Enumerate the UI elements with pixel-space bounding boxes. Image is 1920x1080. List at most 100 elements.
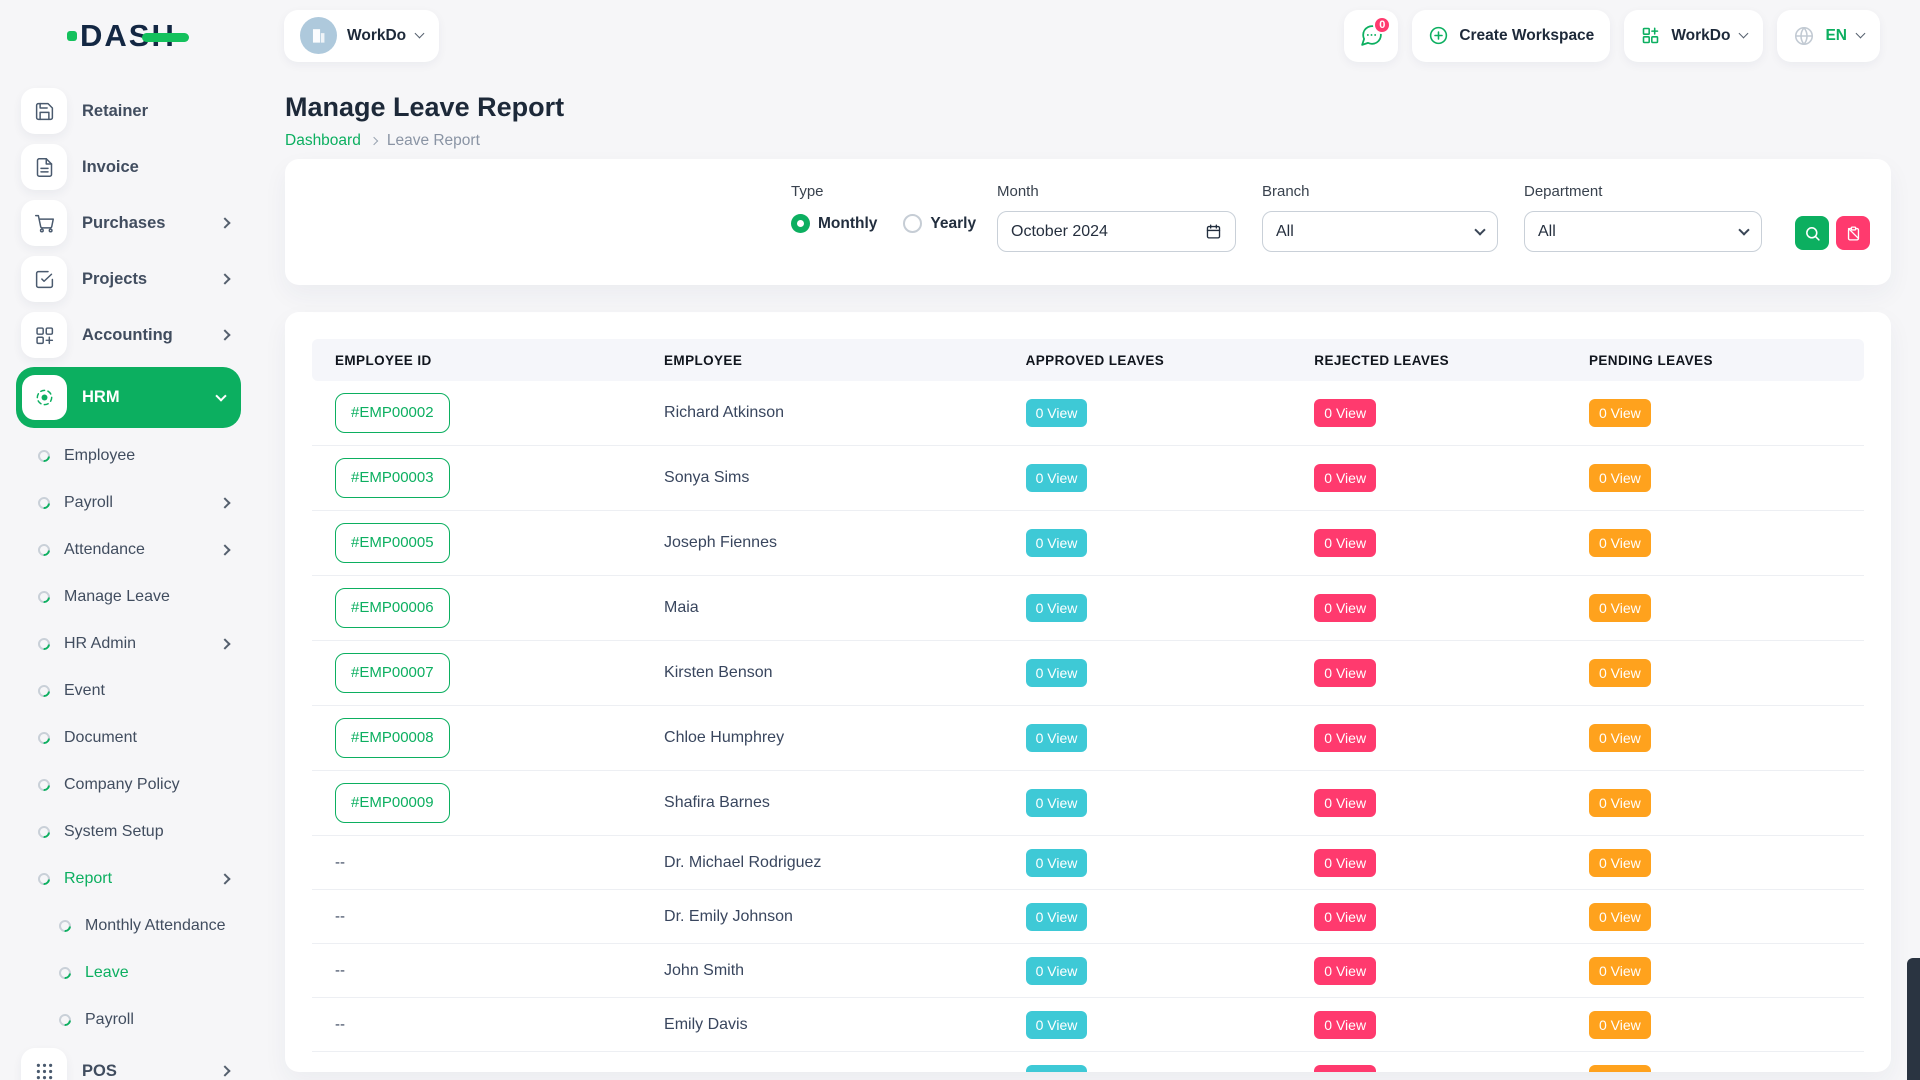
rejected-leaves-view-badge[interactable]: 0 View xyxy=(1314,789,1376,817)
sidebar-item-accounting[interactable]: Accounting xyxy=(0,307,257,363)
pending-leaves-view-badge[interactable]: 0 View xyxy=(1589,594,1651,622)
table-row: --Dr. Michael Rodriguez0 View0 View0 Vie… xyxy=(312,836,1864,890)
approved-leaves-view-badge[interactable]: 0 View xyxy=(1026,594,1088,622)
table-row: #EMP00003Sonya Sims0 View0 View0 View xyxy=(312,446,1864,511)
sidebar-item-payroll[interactable]: Payroll xyxy=(0,996,257,1043)
breadcrumb-dashboard-link[interactable]: Dashboard xyxy=(285,132,361,150)
rejected-leaves-view-badge[interactable]: 0 View xyxy=(1314,849,1376,877)
employee-name: Chloe Humphrey xyxy=(641,729,1003,747)
pending-leaves-view-badge[interactable]: 0 View xyxy=(1589,789,1651,817)
employee-id-button[interactable]: #EMP00008 xyxy=(335,718,450,758)
pending-leaves-view-badge[interactable]: 0 View xyxy=(1589,399,1651,427)
sidebar-item-retainer[interactable]: Retainer xyxy=(0,83,257,139)
chevron-down-icon xyxy=(1856,29,1866,39)
sidebar-item-document[interactable]: Document xyxy=(0,714,257,761)
sidebar-item-invoice[interactable]: Invoice xyxy=(0,139,257,195)
rejected-leaves-view-badge[interactable]: 0 View xyxy=(1314,529,1376,557)
breadcrumb-current: Leave Report xyxy=(387,132,480,150)
column-header-pending-leaves: PENDING LEAVES xyxy=(1566,353,1864,368)
approved-leaves-view-badge[interactable]: 0 View xyxy=(1026,399,1088,427)
sidebar-item-leave[interactable]: Leave xyxy=(0,949,257,996)
approved-leaves-view-badge[interactable]: 0 View xyxy=(1026,464,1088,492)
department-select[interactable]: All xyxy=(1524,211,1762,252)
sidebar-item-employee[interactable]: Employee xyxy=(0,432,257,479)
employee-id-button[interactable]: #EMP00002 xyxy=(335,393,450,433)
approved-leaves-view-badge[interactable]: 0 View xyxy=(1026,1065,1088,1073)
approved-leaves-view-badge[interactable]: 0 View xyxy=(1026,789,1088,817)
month-input[interactable]: October 2024 xyxy=(997,211,1236,252)
search-button[interactable] xyxy=(1795,216,1829,250)
chevron-right-icon xyxy=(370,137,378,145)
approved-leaves-view-badge[interactable]: 0 View xyxy=(1026,1011,1088,1039)
app-logo[interactable]: DASH xyxy=(0,0,257,71)
circle-bullet-icon xyxy=(36,729,53,746)
pending-leaves-view-badge[interactable]: 0 View xyxy=(1589,903,1651,931)
pending-leaves-view-badge[interactable]: 0 View xyxy=(1589,724,1651,752)
rejected-leaves-view-badge[interactable]: 0 View xyxy=(1314,464,1376,492)
sidebar-item-projects[interactable]: Projects xyxy=(0,251,257,307)
sidebar-item-pos[interactable]: POS xyxy=(0,1043,257,1080)
approved-leaves-view-badge[interactable]: 0 View xyxy=(1026,903,1088,931)
sidebar-item-payroll[interactable]: Payroll xyxy=(0,479,257,526)
rejected-leaves-view-badge[interactable]: 0 View xyxy=(1314,594,1376,622)
language-label: EN xyxy=(1825,27,1847,45)
employee-id-button[interactable]: #EMP00005 xyxy=(335,523,450,563)
pending-leaves-view-badge[interactable]: 0 View xyxy=(1589,957,1651,985)
messages-button[interactable]: 0 xyxy=(1344,10,1398,62)
rejected-leaves-view-badge[interactable]: 0 View xyxy=(1314,659,1376,687)
rejected-leaves-view-badge[interactable]: 0 View xyxy=(1314,724,1376,752)
sidebar-item-event[interactable]: Event xyxy=(0,667,257,714)
sidebar-nav: RetainerInvoicePurchasesProjectsAccounti… xyxy=(0,71,257,1080)
workspace-switcher[interactable]: WorkDo xyxy=(284,10,439,62)
sidebar-item-hr-admin[interactable]: HR Admin xyxy=(0,620,257,667)
rejected-leaves-view-badge[interactable]: 0 View xyxy=(1314,1011,1376,1039)
radio-selected-icon xyxy=(791,214,810,233)
employee-id-button[interactable]: #EMP00007 xyxy=(335,653,450,693)
workdo-menu-label: WorkDo xyxy=(1671,27,1730,45)
pending-leaves-view-badge[interactable]: 0 View xyxy=(1589,849,1651,877)
pending-leaves-view-badge[interactable]: 0 View xyxy=(1589,464,1651,492)
sidebar-item-system-setup[interactable]: System Setup xyxy=(0,808,257,855)
pending-leaves-view-badge[interactable]: 0 View xyxy=(1589,529,1651,557)
rejected-leaves-view-badge[interactable]: 0 View xyxy=(1314,903,1376,931)
approved-leaves-view-badge[interactable]: 0 View xyxy=(1026,957,1088,985)
rejected-leaves-view-badge[interactable]: 0 View xyxy=(1314,399,1376,427)
sidebar-item-report[interactable]: Report xyxy=(0,855,257,902)
reset-filter-button[interactable] xyxy=(1836,216,1870,250)
employee-id-empty: -- xyxy=(335,1016,345,1033)
pending-leaves-view-badge[interactable]: 0 View xyxy=(1589,1011,1651,1039)
rejected-leaves-view-badge[interactable]: 0 View xyxy=(1314,957,1376,985)
employee-id-button[interactable]: #EMP00003 xyxy=(335,458,450,498)
scrollbar-thumb[interactable] xyxy=(1907,958,1920,1080)
rejected-leaves-view-badge[interactable]: 0 View xyxy=(1314,1065,1376,1073)
approved-leaves-view-badge[interactable]: 0 View xyxy=(1026,724,1088,752)
branch-select[interactable]: All xyxy=(1262,211,1498,252)
sidebar-item-manage-leave[interactable]: Manage Leave xyxy=(0,573,257,620)
workdo-menu-button[interactable]: WorkDo xyxy=(1624,10,1763,62)
employee-id-button[interactable]: #EMP00009 xyxy=(335,783,450,823)
employee-id-button[interactable]: #EMP00006 xyxy=(335,588,450,628)
employee-name: Maia xyxy=(641,599,1003,617)
approved-leaves-view-badge[interactable]: 0 View xyxy=(1026,529,1088,557)
column-header-rejected-leaves: REJECTED LEAVES xyxy=(1291,353,1566,368)
circle-bullet-icon xyxy=(36,541,53,558)
accounting-icon xyxy=(21,312,67,358)
branch-label: Branch xyxy=(1262,183,1498,201)
sidebar-item-purchases[interactable]: Purchases xyxy=(0,195,257,251)
chevron-right-icon xyxy=(219,873,230,884)
month-value: October 2024 xyxy=(1011,223,1205,241)
approved-leaves-view-badge[interactable]: 0 View xyxy=(1026,659,1088,687)
sidebar-item-company-policy[interactable]: Company Policy xyxy=(0,761,257,808)
approved-leaves-view-badge[interactable]: 0 View xyxy=(1026,849,1088,877)
type-yearly-radio[interactable]: Yearly xyxy=(903,214,976,233)
language-selector[interactable]: EN xyxy=(1777,10,1880,62)
create-workspace-label: Create Workspace xyxy=(1459,27,1594,45)
create-workspace-button[interactable]: Create Workspace xyxy=(1412,10,1610,62)
sidebar-item-monthly-attendance[interactable]: Monthly Attendance xyxy=(0,902,257,949)
sidebar-item-hrm[interactable]: HRM xyxy=(16,367,241,428)
plus-circle-icon xyxy=(1428,25,1449,46)
pending-leaves-view-badge[interactable]: 0 View xyxy=(1589,659,1651,687)
pending-leaves-view-badge[interactable]: 0 View xyxy=(1589,1065,1651,1073)
sidebar-item-attendance[interactable]: Attendance xyxy=(0,526,257,573)
type-monthly-radio[interactable]: Monthly xyxy=(791,214,877,233)
